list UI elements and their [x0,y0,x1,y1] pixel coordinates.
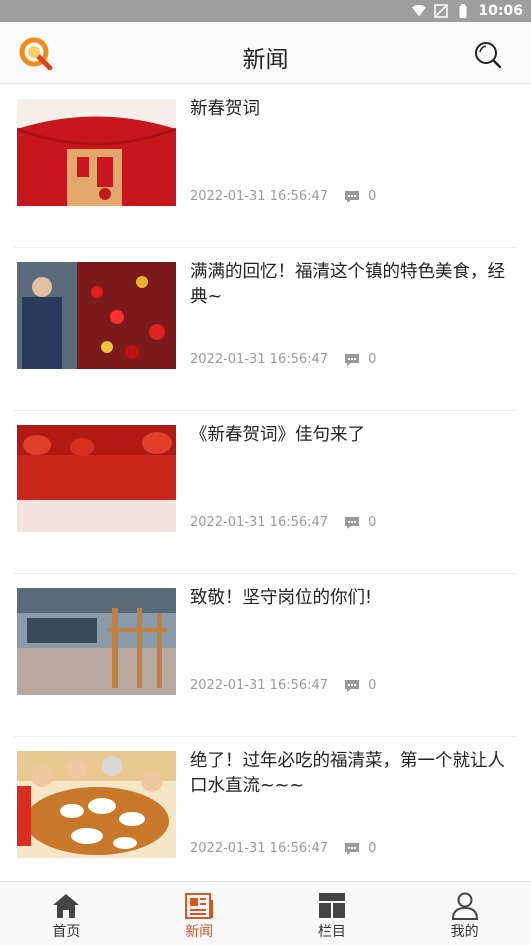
news-title[interactable]: 《新春贺词》佳句来了 [190,423,510,448]
news-item[interactable]: 绝了！过年必吃的福清菜，第一个就让人口水直流~~~ 2022-01-31 16:… [14,737,516,881]
red-lanterns-image [17,425,176,532]
news-date: 2022-01-31 16:56:47 [190,352,329,367]
comment-icon [345,353,360,366]
status-time: 10:06 [478,3,523,19]
comment-count: 0 [368,678,377,693]
news-item[interactable]: 满满的回忆！福清这个镇的特色美食，经典~ 2022-01-31 16:56:47… [14,248,516,411]
news-meta: 2022-01-31 16:56:47 0 [190,189,376,204]
factory-workshop-image [17,588,176,695]
news-title[interactable]: 绝了！过年必吃的福清菜，第一个就让人口水直流~~~ [190,749,510,799]
news-item[interactable]: 致敬！坚守岗位的你们! 2022-01-31 16:56:47 0 [14,574,516,737]
news-meta: 2022-01-31 16:56:47 0 [190,841,376,856]
news-icon [185,893,214,919]
red-envelope-fu-image [17,99,176,206]
tab-news-label: 新闻 [185,924,214,940]
tab-home-label: 首页 [52,924,81,940]
news-item[interactable]: 新春贺词 2022-01-31 16:56:47 0 [14,85,516,248]
news-item[interactable]: 《新春贺词》佳句来了 2022-01-31 16:56:47 0 [14,411,516,574]
tab-profile[interactable]: 我的 [398,882,531,945]
home-icon [53,894,80,918]
news-date: 2022-01-31 16:56:47 [190,189,329,204]
news-list[interactable]: 新春贺词 2022-01-31 16:56:47 0 满满的回忆！福清这个镇的特… [0,85,531,881]
news-date: 2022-01-31 16:56:47 [190,678,329,693]
comment-count: 0 [368,515,377,530]
news-meta: 2022-01-31 16:56:47 0 [190,678,376,693]
tab-news[interactable]: 新闻 [133,882,266,945]
status-bar: 10:06 [0,0,531,22]
page-title: 新闻 [242,47,289,73]
battery-icon [459,4,467,18]
tab-profile-label: 我的 [450,924,479,940]
comment-count: 0 [368,352,377,367]
news-date: 2022-01-31 16:56:47 [190,515,329,530]
news-title[interactable]: 新春贺词 [190,97,510,122]
news-meta: 2022-01-31 16:56:47 0 [190,352,376,367]
search-icon[interactable] [473,40,503,70]
family-dinner-image [17,751,176,858]
news-title[interactable]: 满满的回忆！福清这个镇的特色美食，经典~ [190,260,510,310]
comment-count: 0 [368,189,377,204]
comment-icon [345,842,360,855]
comment-icon [345,190,360,203]
tab-home[interactable]: 首页 [0,882,133,945]
news-date: 2022-01-31 16:56:47 [190,841,329,856]
app-header: 新闻 [0,22,531,84]
no-signal-icon [434,4,449,18]
market-decorations-image [17,262,176,369]
wifi-icon [412,4,427,17]
columns-icon [318,893,345,918]
comment-count: 0 [368,841,377,856]
news-meta: 2022-01-31 16:56:47 0 [190,515,376,530]
tab-columns[interactable]: 栏目 [266,882,399,945]
comment-icon [345,679,360,692]
comment-icon [345,516,360,529]
profile-icon [451,892,478,920]
news-title[interactable]: 致敬！坚守岗位的你们! [190,586,510,611]
bottom-tab-bar: 首页 新闻 栏目 我的 [0,881,531,945]
tab-columns-label: 栏目 [317,924,346,940]
